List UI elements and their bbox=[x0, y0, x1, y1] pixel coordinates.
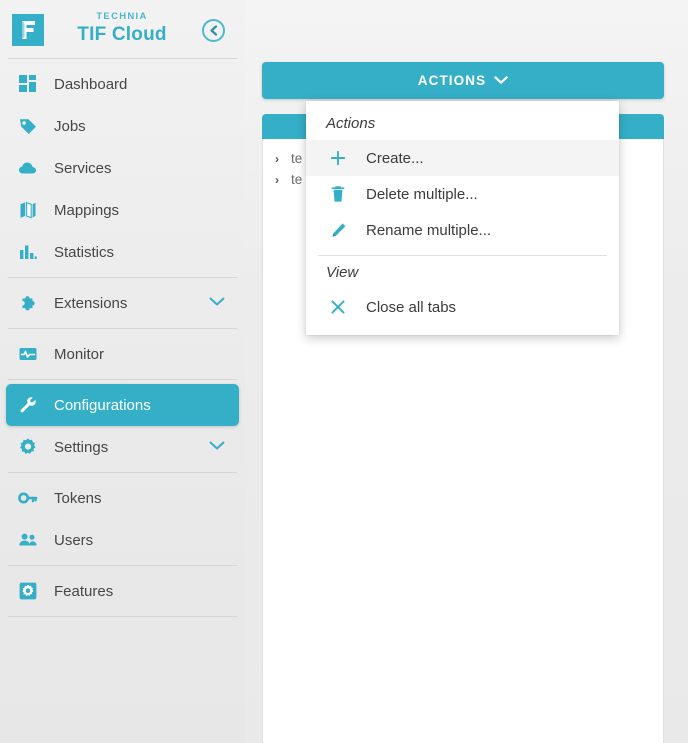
sidebar-item-statistics[interactable]: Statistics bbox=[6, 231, 239, 273]
cloud-icon bbox=[18, 158, 44, 178]
gear-square-icon bbox=[18, 581, 44, 601]
sidebar-item-label: Statistics bbox=[54, 243, 115, 261]
circle-arrow-left-icon[interactable] bbox=[201, 18, 226, 43]
users-icon bbox=[18, 530, 44, 550]
menu-item-create[interactable]: Create... bbox=[306, 140, 619, 176]
sidebar-item-configurations[interactable]: Configurations bbox=[6, 384, 239, 426]
tree-row-label: te bbox=[291, 151, 303, 166]
plus-icon bbox=[326, 150, 350, 166]
chevron-right-icon[interactable]: › bbox=[275, 153, 291, 165]
bar-chart-icon bbox=[18, 242, 44, 262]
sidebar-item-settings[interactable]: Settings bbox=[6, 426, 239, 468]
menu-item-label: Create... bbox=[366, 149, 424, 167]
key-icon bbox=[18, 488, 44, 508]
sidebar-item-dashboard[interactable]: Dashboard bbox=[6, 63, 239, 105]
application-window: TECHNIA TIF Cloud Dashboard Jobs Service… bbox=[0, 0, 688, 743]
nav-group-primary: Dashboard Jobs Services Mappings Statist… bbox=[0, 59, 245, 277]
actions-button[interactable]: ACTIONS bbox=[262, 62, 664, 99]
nav-group-config: Configurations Settings bbox=[0, 380, 245, 472]
sidebar-item-label: Monitor bbox=[54, 345, 105, 363]
nav-group-features: Features bbox=[0, 566, 245, 616]
puzzle-piece-icon bbox=[18, 293, 44, 313]
sidebar-item-mappings[interactable]: Mappings bbox=[6, 189, 239, 231]
sidebar-item-label: Dashboard bbox=[54, 75, 128, 93]
technia-f-logo-icon[interactable] bbox=[12, 14, 44, 46]
sidebar-item-label: Tokens bbox=[54, 489, 102, 507]
nav-group-access: Tokens Users bbox=[0, 473, 245, 565]
sidebar-item-jobs[interactable]: Jobs bbox=[6, 105, 239, 147]
sidebar-item-label: Users bbox=[54, 531, 94, 549]
sidebar: TECHNIA TIF Cloud Dashboard Jobs Service… bbox=[0, 0, 245, 743]
menu-divider bbox=[318, 255, 607, 256]
dashboard-grid-icon bbox=[18, 74, 44, 94]
nav-group-monitor: Monitor bbox=[0, 329, 245, 379]
close-x-icon bbox=[326, 299, 350, 315]
sidebar-item-label: Configurations bbox=[54, 396, 151, 414]
brand-title: TIF Cloud bbox=[77, 24, 167, 45]
sidebar-item-tokens[interactable]: Tokens bbox=[6, 477, 239, 519]
menu-item-label: Delete multiple... bbox=[366, 185, 478, 203]
sidebar-item-label: Settings bbox=[54, 438, 109, 456]
sidebar-item-extensions[interactable]: Extensions bbox=[6, 282, 239, 324]
menu-section-title-actions: Actions bbox=[326, 115, 376, 132]
sidebar-item-services[interactable]: Services bbox=[6, 147, 239, 189]
nav-group-extensions: Extensions bbox=[0, 278, 245, 328]
sidebar-item-label: Extensions bbox=[54, 294, 128, 312]
map-icon bbox=[18, 200, 44, 220]
actions-button-label: ACTIONS bbox=[417, 73, 487, 88]
menu-item-label: Rename multiple... bbox=[366, 221, 492, 239]
chevron-down-icon bbox=[494, 73, 508, 88]
menu-item-rename-multiple[interactable]: Rename multiple... bbox=[306, 212, 619, 248]
gear-icon bbox=[18, 437, 44, 457]
sidebar-item-label: Features bbox=[54, 582, 114, 600]
brand-text: TECHNIA TIF Cloud bbox=[62, 10, 182, 46]
chevron-right-icon[interactable]: › bbox=[275, 174, 291, 186]
sidebar-item-users[interactable]: Users bbox=[6, 519, 239, 561]
wrench-icon bbox=[18, 395, 44, 415]
divider bbox=[8, 616, 237, 617]
tree-row-label: te bbox=[291, 172, 303, 187]
sidebar-item-label: Jobs bbox=[54, 117, 86, 135]
chevron-down-icon[interactable] bbox=[209, 294, 225, 312]
brand-subtitle: TECHNIA bbox=[96, 11, 148, 22]
actions-dropdown-menu: Actions Create... Delete multiple... Ren… bbox=[306, 101, 619, 335]
tag-icon bbox=[18, 116, 44, 136]
menu-item-delete-multiple[interactable]: Delete multiple... bbox=[306, 176, 619, 212]
pulse-monitor-icon bbox=[18, 344, 44, 364]
sidebar-item-monitor[interactable]: Monitor bbox=[6, 333, 239, 375]
sidebar-item-label: Mappings bbox=[54, 201, 120, 219]
menu-item-close-all-tabs[interactable]: Close all tabs bbox=[306, 289, 619, 325]
sidebar-item-label: Services bbox=[54, 159, 112, 177]
brand-header: TECHNIA TIF Cloud bbox=[0, 0, 245, 58]
sidebar-item-features[interactable]: Features bbox=[6, 570, 239, 612]
trash-icon bbox=[326, 185, 350, 203]
menu-item-label: Close all tabs bbox=[366, 298, 457, 316]
chevron-down-icon[interactable] bbox=[209, 438, 225, 456]
pencil-icon bbox=[326, 222, 350, 239]
menu-section-title-view: View bbox=[326, 264, 359, 281]
